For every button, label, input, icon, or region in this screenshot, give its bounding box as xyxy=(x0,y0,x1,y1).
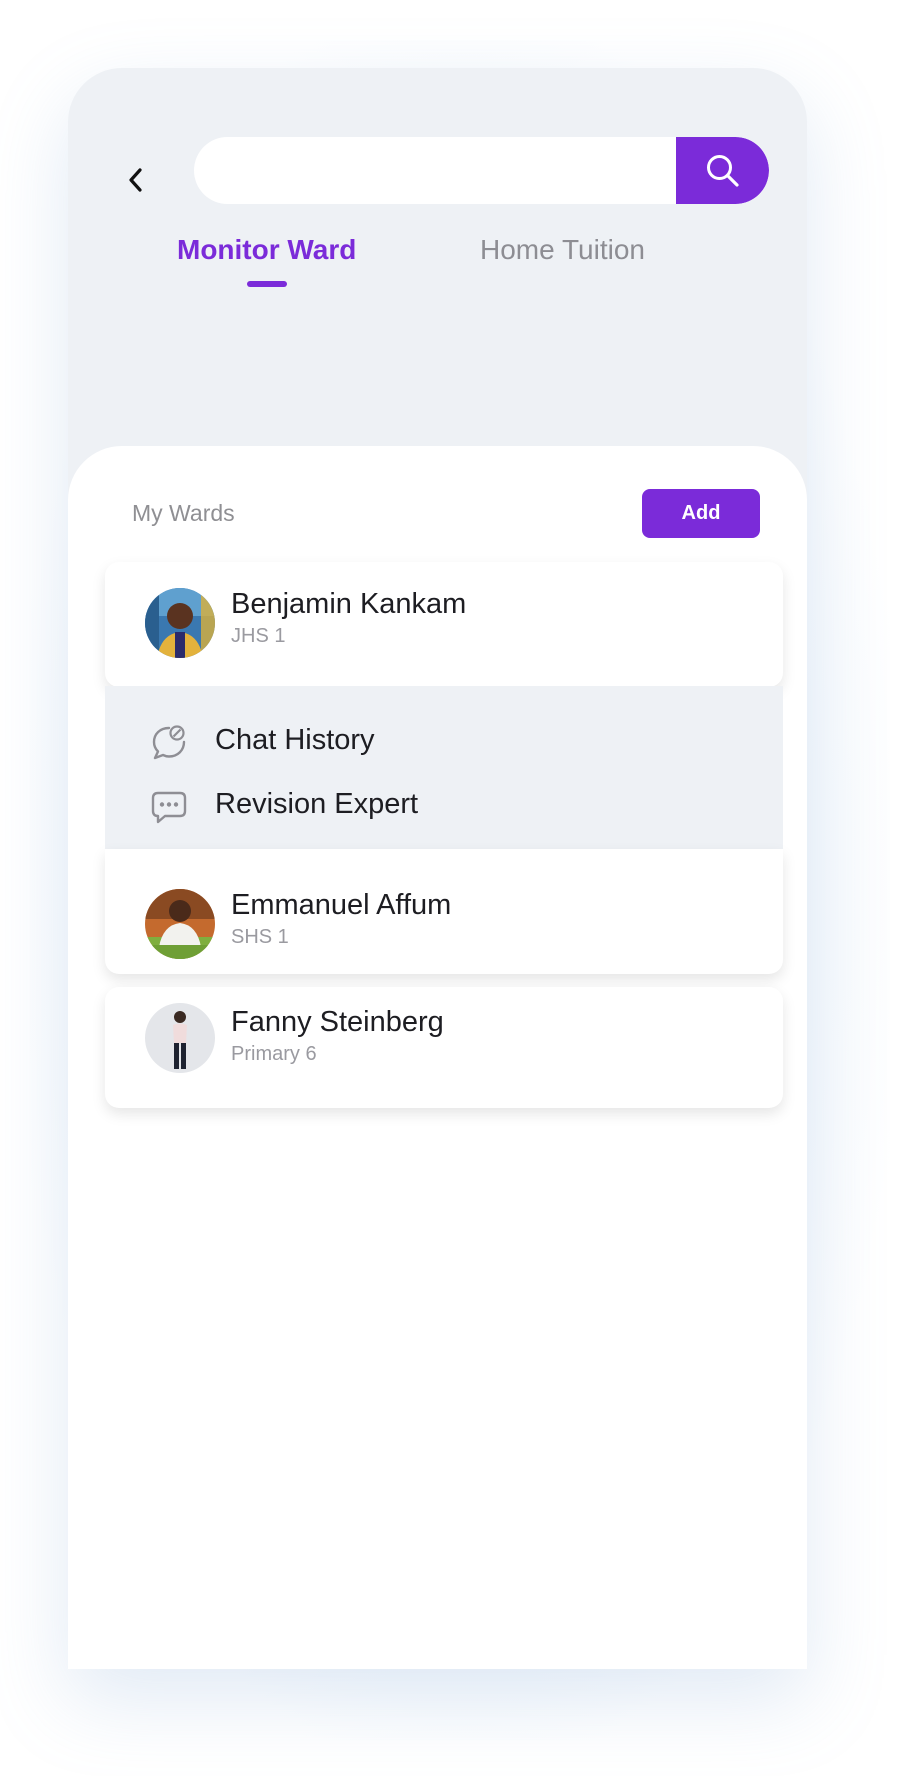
ward-name: Fanny Steinberg xyxy=(231,1006,444,1038)
menu-item-label: Chat History xyxy=(215,724,375,756)
search-icon xyxy=(706,154,739,187)
search-bar xyxy=(194,137,769,204)
tab-home-tuition[interactable]: Home Tuition xyxy=(480,234,645,266)
add-ward-button[interactable]: Add xyxy=(642,489,760,538)
app-screen: Monitor Ward Home Tuition My Wards Add B… xyxy=(68,68,807,1669)
ward-actions-menu: Chat History Revision Expert xyxy=(105,686,783,849)
ward-class: SHS 1 xyxy=(231,926,289,948)
menu-item-revision-expert[interactable]: Revision Expert xyxy=(149,782,749,830)
ward-class: Primary 6 xyxy=(231,1043,317,1065)
ward-name: Emmanuel Affum xyxy=(231,889,452,921)
ward-card-fanny[interactable]: Fanny Steinberg Primary 6 xyxy=(105,987,783,1108)
menu-item-chat-history[interactable]: Chat History xyxy=(149,718,749,766)
ward-class: JHS 1 xyxy=(231,625,286,647)
back-button[interactable] xyxy=(118,162,154,198)
search-button[interactable] xyxy=(676,137,769,204)
search-input[interactable] xyxy=(194,137,674,204)
avatar xyxy=(145,588,215,658)
tab-monitor-ward[interactable]: Monitor Ward xyxy=(177,234,356,266)
wards-panel: My Wards Add Benjamin Kankam JHS 1 Chat … xyxy=(68,446,807,1669)
ward-name: Benjamin Kankam xyxy=(231,588,467,620)
ward-card-benjamin[interactable]: Benjamin Kankam JHS 1 xyxy=(105,562,783,687)
active-tab-indicator xyxy=(247,281,287,287)
chevron-left-icon xyxy=(129,168,142,192)
ward-card-emmanuel[interactable]: Emmanuel Affum SHS 1 xyxy=(105,849,783,974)
chat-history-icon xyxy=(152,725,186,760)
avatar xyxy=(145,1003,215,1073)
avatar xyxy=(145,889,215,959)
menu-item-label: Revision Expert xyxy=(215,788,419,820)
chat-dots-icon xyxy=(151,791,187,824)
section-title: My Wards xyxy=(132,500,235,526)
